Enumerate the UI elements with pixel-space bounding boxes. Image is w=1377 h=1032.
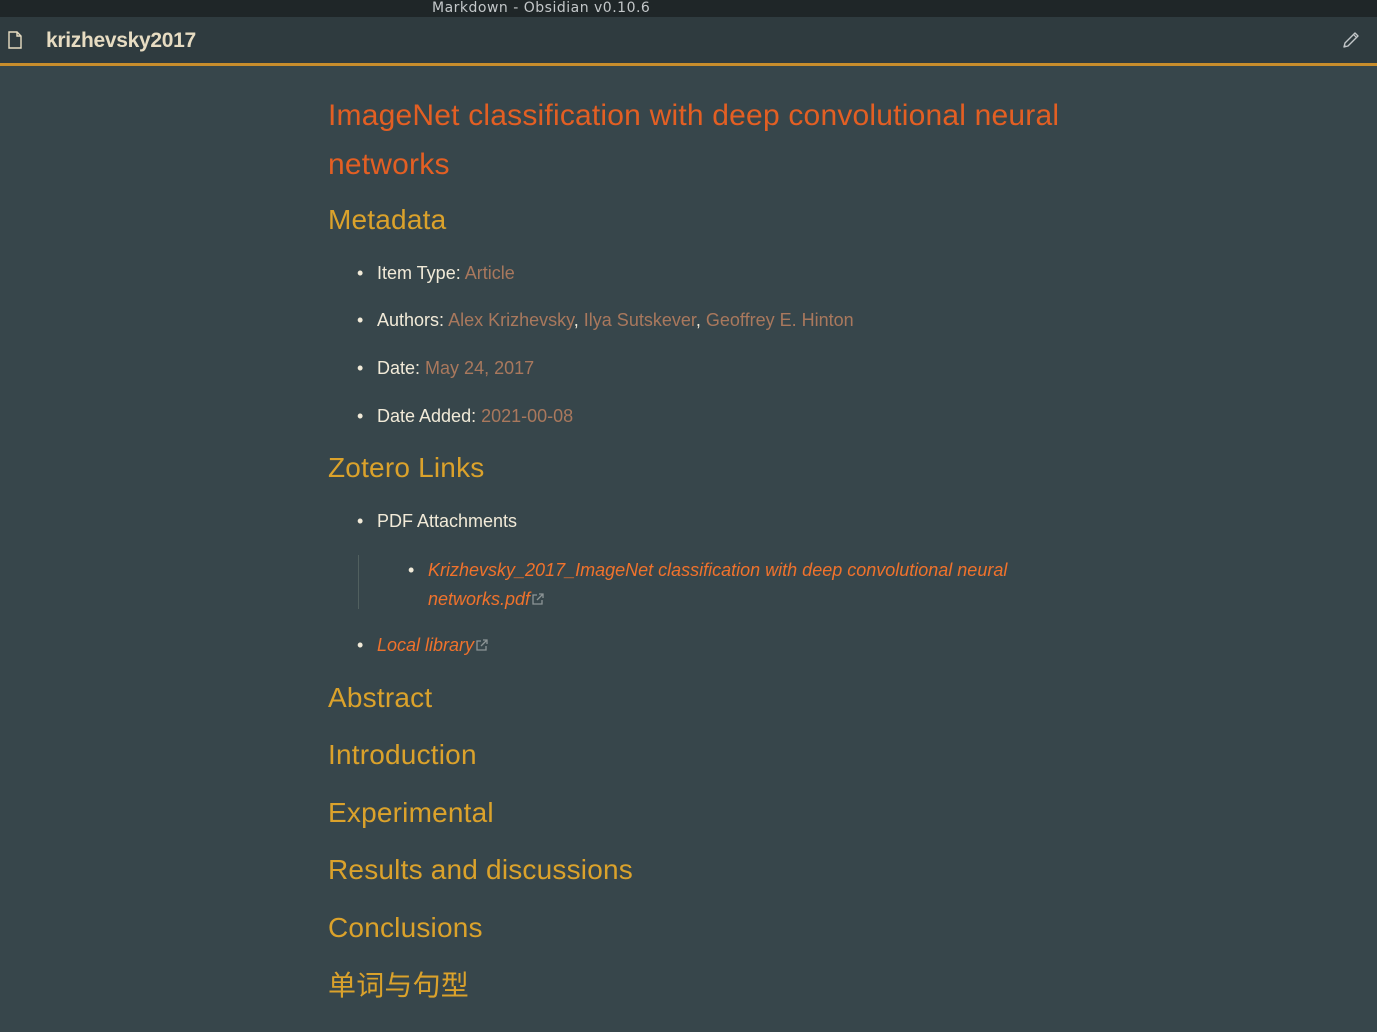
list-item-pdf-attachments: • PDF Attachments [357, 509, 518, 533]
view-title[interactable]: krizhevsky2017 [46, 28, 196, 54]
date-added-value: 2021-00-08 [481, 406, 574, 426]
window-titlebar: Markdown - Obsidian v0.10.6 [0, 0, 1377, 17]
item-type-value: Article [464, 263, 515, 283]
external-link-icon [476, 639, 488, 651]
author-separator: , [695, 310, 701, 330]
list-item-date-added: • Date Added: 2021-00-08 [357, 404, 574, 428]
nested-list-guide [358, 555, 359, 609]
authors-label: Authors: [377, 310, 445, 330]
date-value: May 24, 2017 [425, 358, 535, 378]
list-bullet: • [357, 310, 364, 330]
external-link-icon [532, 593, 544, 605]
pdf-attachment-link[interactable]: Krizhevsky_2017_ImageNet classification … [428, 560, 1007, 609]
heading-zotero-links: Zotero Links [328, 452, 485, 483]
window-title: Markdown - Obsidian v0.10.6 [432, 0, 651, 16]
list-bullet: • [408, 560, 415, 580]
list-item-item-type: • Item Type: Article [357, 261, 515, 285]
author-separator: , [573, 310, 579, 330]
note-preview: ImageNet classification with deep convol… [0, 66, 1377, 1032]
list-item-pdf-link: • Krizhevsky_2017_ImageNet classificatio… [408, 556, 1068, 614]
note-title: ImageNet classification with deep convol… [328, 99, 1060, 181]
heading-results: Results and discussions [328, 854, 633, 885]
list-bullet: • [357, 358, 364, 378]
heading-conclusions: Conclusions [328, 912, 483, 943]
heading-metadata: Metadata [328, 204, 447, 235]
local-library-link-text: Local library [377, 635, 475, 655]
heading-experimental: Experimental [328, 797, 494, 828]
list-bullet: • [357, 635, 364, 655]
heading-vocab: 单词与句型 [328, 970, 470, 1001]
author-name: Ilya Sutskever [583, 310, 696, 330]
list-item-authors: • Authors: Alex Krizhevsky, Ilya Sutskev… [357, 308, 854, 332]
view-header: krizhevsky2017 [0, 17, 1377, 66]
date-label: Date: [377, 358, 421, 378]
list-bullet: • [357, 406, 364, 426]
heading-introduction: Introduction [328, 739, 477, 770]
local-library-link[interactable]: Local library [377, 635, 489, 655]
pdf-attachment-link-text: Krizhevsky_2017_ImageNet classification … [428, 560, 1008, 609]
pencil-icon[interactable] [1340, 29, 1362, 51]
list-item-date: • Date: May 24, 2017 [357, 356, 535, 380]
list-bullet: • [357, 263, 364, 283]
author-name: Alex Krizhevsky [448, 310, 574, 330]
item-type-label: Item Type: [377, 263, 461, 283]
list-bullet: • [357, 511, 364, 531]
author-name: Geoffrey E. Hinton [705, 310, 854, 330]
list-item-local-library: • Local library [357, 633, 489, 657]
file-icon [8, 31, 22, 49]
pdf-attachments-label: PDF Attachments [377, 511, 518, 531]
date-added-label: Date Added: [377, 406, 477, 426]
heading-abstract: Abstract [328, 682, 433, 713]
